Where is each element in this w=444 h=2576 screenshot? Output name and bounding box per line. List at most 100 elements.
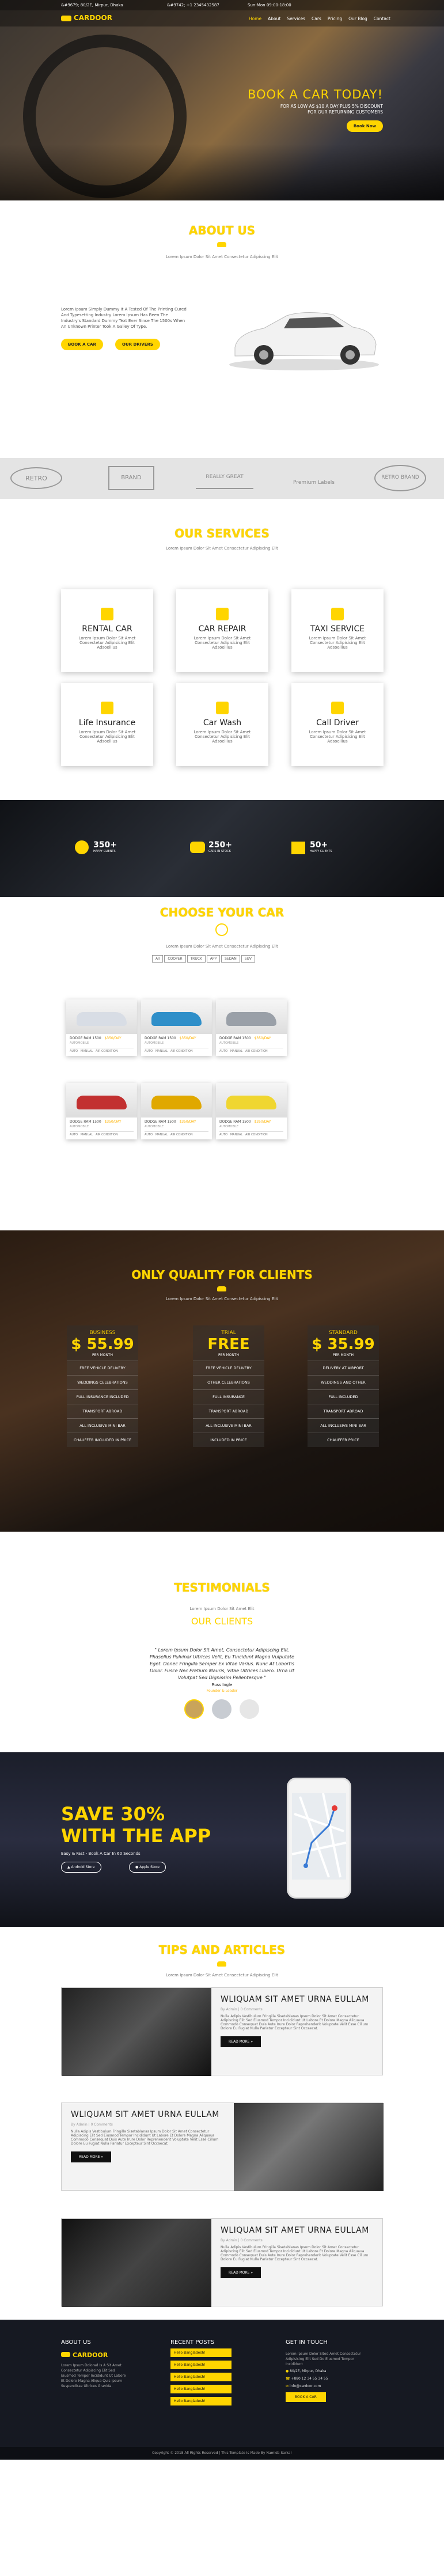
service-card-taxi[interactable]: TAXI SERVICE Lorem Ipsum Dolor Sit Amet C…: [291, 589, 384, 672]
plan-feature: FREE VEHICLE DELIVERY: [67, 1361, 138, 1375]
car-icon: [217, 1286, 226, 1291]
top-bar: &#9679; 80/2E, Mirpur, Dhaka &#9742; +1 …: [0, 0, 444, 10]
client-avatar-3[interactable]: [240, 1699, 259, 1719]
filter-app[interactable]: APP: [206, 955, 221, 963]
read-more-button[interactable]: READ MORE »: [221, 2267, 261, 2278]
filter-suv[interactable]: SUV: [241, 955, 256, 963]
topbar-hours: Sun-Mon 09:00-18:00: [248, 3, 291, 7]
nav-home[interactable]: Home: [249, 16, 261, 21]
our-drivers-button[interactable]: OUR DRIVERS: [115, 339, 160, 350]
car-card[interactable]: DODGE RAM 1500 $350/DAY AUTOMOBILE AUTO MA…: [141, 1083, 212, 1139]
blog-post-title[interactable]: WLIQUAM SIT AMET URNA EULLAM: [71, 2110, 226, 2119]
nav-cars[interactable]: Cars: [312, 16, 321, 21]
car-logo-icon: [61, 2352, 70, 2357]
read-more-button[interactable]: READ MORE »: [71, 2151, 112, 2162]
recent-post-link[interactable]: Hello Bangladesh!: [170, 2361, 232, 2369]
nav-services[interactable]: Services: [287, 16, 305, 21]
car-icon: [217, 1961, 226, 1967]
read-more-button[interactable]: READ MORE »: [221, 2036, 261, 2047]
nav-about[interactable]: About: [268, 16, 280, 21]
service-card-wash[interactable]: Car Wash Lorem Ipsum Dolor Sit Amet Conse…: [176, 683, 268, 766]
car-name: DODGE RAM 1500: [219, 1036, 251, 1040]
about-title: ABOUT US: [188, 223, 256, 237]
hero-line2: FOR OUR RETURNING CUSTOMERS: [308, 109, 383, 115]
about-text: Lorem Ipsum Simply Dummy It A Tested Of …: [61, 307, 187, 329]
testimonials-section: TESTIMONIALS Lorem Ipsum Dolor Sit Amet …: [0, 1532, 444, 1752]
android-store-button[interactable]: ▲ Android Store: [61, 1862, 101, 1873]
car-price: $350/DAY: [254, 1036, 271, 1040]
client-avatar-2[interactable]: [212, 1699, 232, 1719]
plan-feature: OTHER CELEBRATIONS: [193, 1375, 264, 1389]
car-image: [216, 999, 287, 1034]
car-image: [141, 999, 212, 1034]
blog-post-title[interactable]: WLIQUAM SIT AMET URNA EULLAM: [221, 2226, 376, 2235]
service-card-driver[interactable]: Call Driver Lorem Ipsum Dolor Sit Amet Co…: [291, 683, 384, 766]
cars-title: CHOOSE YOUR CAR: [160, 906, 284, 919]
app-subtitle: Easy & Fast - Book A Car In 60 Seconds: [61, 1851, 141, 1856]
wrench-icon: [216, 608, 229, 620]
client-avatar-1[interactable]: [184, 1699, 204, 1719]
map-screen-image: [291, 1793, 347, 1880]
book-a-car-button[interactable]: BOOK A CAR: [61, 339, 103, 350]
plan-price: $ 55.99: [71, 1336, 134, 1353]
recent-post-link[interactable]: Hello Bangladesh!: [170, 2348, 232, 2357]
car-price: $350/DAY: [104, 1036, 122, 1040]
filter-cooper[interactable]: COOPER: [164, 955, 186, 963]
plan-period: PER MONTH: [218, 1353, 240, 1357]
car-image: [66, 999, 137, 1034]
recent-post-link[interactable]: Hello Bangladesh!: [170, 2373, 232, 2381]
car-card[interactable]: DODGE RAM 1500 $350/DAY AUTOMOBILE AUTO MA…: [216, 999, 287, 1056]
site-logo[interactable]: CARDOOR: [61, 14, 112, 22]
blog-post-image: [234, 2103, 384, 2191]
service-text: Lorem Ipsum Dolor Sit Amet Consectetur A…: [193, 636, 251, 650]
testimonials-subtitle: Lorem Ipsum Dolor Sit Amet Elit: [189, 1607, 255, 1611]
recent-post-link[interactable]: Hello Bangladesh!: [170, 2385, 232, 2393]
car-specs: AUTO MANUAL AIR CONDITION: [219, 1048, 283, 1053]
car-card[interactable]: DODGE RAM 1500 $350/DAY AUTOMOBILE AUTO MA…: [66, 999, 137, 1056]
hero-title: BOOK A CAR TODAY!: [247, 88, 383, 101]
testimonial-name: Russ Ingle: [211, 1683, 233, 1687]
book-now-button[interactable]: Book Now: [346, 120, 383, 132]
service-card-insurance[interactable]: Life Insurance Lorem Ipsum Dolor Sit Amet…: [61, 683, 153, 766]
recent-post-link[interactable]: Hello Bangladesh!: [170, 2397, 232, 2405]
car-image: [141, 1083, 212, 1117]
car-card[interactable]: DODGE RAM 1500 $350/DAY AUTOMOBILE AUTO MA…: [66, 1083, 137, 1139]
plan-feature: ALL INCLUSIVE MINI BAR: [308, 1418, 379, 1433]
footer: ABOUT US CARDOOR Lorem Ipsum Dolorad Is …: [0, 2320, 444, 2460]
car-card[interactable]: DODGE RAM 1500 $350/DAY AUTOMOBILE AUTO MA…: [216, 1083, 287, 1139]
topbar-address: &#9679; 80/2E, Mirpur, Dhaka: [61, 3, 123, 7]
footer-logo[interactable]: CARDOOR: [61, 2351, 108, 2359]
service-card-rental[interactable]: RENTAL CAR Lorem Ipsum Dolor Sit Amet Con…: [61, 589, 153, 672]
plan-feature: TRANSPORT ABROAD: [193, 1404, 264, 1418]
blog-post-meta: By Admin | 0 Comments: [71, 2123, 113, 2127]
car-name: DODGE RAM 1500: [145, 1036, 176, 1040]
car-tag: AUTOMOBILE: [219, 1041, 239, 1045]
nav-contact[interactable]: Contact: [374, 16, 390, 21]
book-appointment-button[interactable]: BOOK A CAR: [286, 2392, 326, 2402]
testimonials-title: TESTIMONIALS: [174, 1581, 270, 1594]
plan-feature: DELIVERY AT AIRPORT: [308, 1361, 379, 1375]
blog-post-title[interactable]: WLIQUAM SIT AMET URNA EULLAM: [221, 1995, 376, 2004]
filter-sedan[interactable]: SEDAN: [221, 955, 240, 963]
filter-all[interactable]: All: [152, 955, 164, 963]
blog-post-3: WLIQUAM SIT AMET URNA EULLAM By Admin | …: [61, 2218, 383, 2307]
nav-pricing[interactable]: Pricing: [328, 16, 342, 21]
plan-feature: TRANSPORT ABROAD: [67, 1404, 138, 1418]
car-tag: AUTOMOBILE: [219, 1125, 239, 1128]
brand-logo-1: RETRO: [10, 467, 62, 489]
apple-store-button[interactable]: ● Apple Store: [129, 1862, 166, 1873]
service-card-repair[interactable]: CAR REPAIR Lorem Ipsum Dolor Sit Amet Con…: [176, 589, 268, 672]
plan-name: STANDARD: [329, 1330, 358, 1336]
car-price: $350/DAY: [254, 1120, 271, 1124]
services-title: OUR SERVICES: [174, 526, 270, 540]
nav-blog[interactable]: Our Blog: [348, 16, 367, 21]
stat-2: 250+ CARS IN STOCK: [190, 840, 232, 853]
driver-icon: [331, 702, 344, 714]
mail-icon: ✉: [286, 2384, 290, 2388]
contact-email[interactable]: ✉ info@cardoor.com: [286, 2384, 321, 2388]
car-card[interactable]: DODGE RAM 1500 $350/DAY AUTOMOBILE AUTO MA…: [141, 999, 212, 1056]
filter-truck[interactable]: TRUCK: [187, 955, 206, 963]
plan-price: $ 35.99: [312, 1336, 375, 1353]
car-specs: AUTO MANUAL AIR CONDITION: [70, 1048, 134, 1053]
brand-logo-3: REALLY GREAT: [196, 468, 253, 489]
